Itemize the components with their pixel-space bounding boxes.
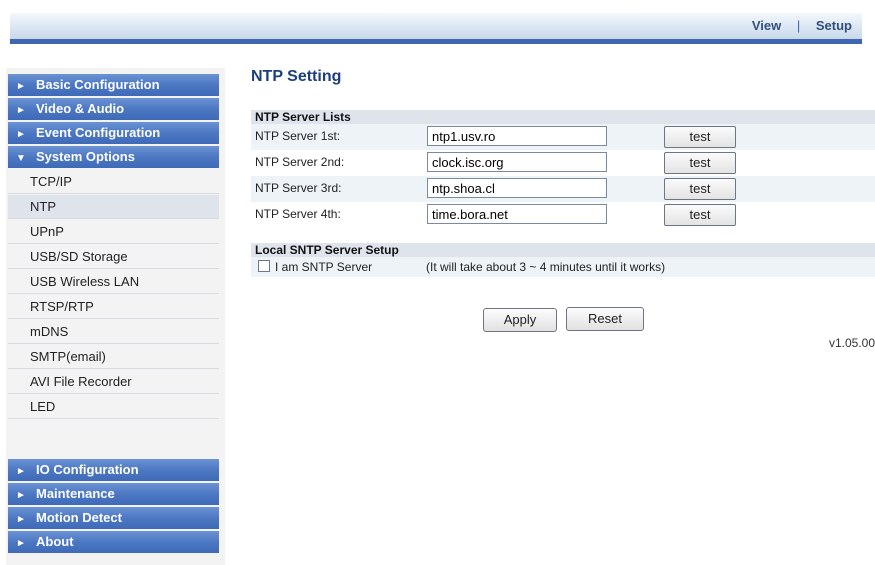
sidebar-item-rtsp-rtp[interactable]: RTSP/RTP xyxy=(8,295,219,319)
sidebar: ► Basic Configuration ► Video & Audio ► Eve… xyxy=(6,68,225,565)
ntp-server-label: NTP Server 3rd: xyxy=(255,181,342,195)
ntp-server-4-input[interactable] xyxy=(427,204,607,224)
sntp-row: I am SNTP Server (It will take about 3 ~… xyxy=(251,257,875,277)
expand-arrow-icon: ► xyxy=(16,129,26,140)
reset-button[interactable]: Reset xyxy=(566,307,644,331)
setup-link[interactable]: Setup xyxy=(816,18,852,33)
expand-arrow-icon: ► xyxy=(16,81,26,92)
sidebar-section-maintenance[interactable]: ► Maintenance xyxy=(8,483,219,505)
sntp-note: (It will take about 3 ~ 4 minutes until … xyxy=(426,260,666,274)
nav-separator: | xyxy=(796,18,801,33)
expand-arrow-icon: ► xyxy=(16,538,26,549)
sidebar-item-usb-wireless-lan[interactable]: USB Wireless LAN xyxy=(8,270,219,294)
sidebar-item-led[interactable]: LED xyxy=(8,395,219,419)
ntp-server-row: NTP Server 2nd: test xyxy=(251,150,875,176)
ntp-server-label: NTP Server 1st: xyxy=(255,129,341,143)
ntp-server-row: NTP Server 4th: test xyxy=(251,202,875,228)
sntp-server-checkbox[interactable] xyxy=(258,260,270,272)
top-bar-divider xyxy=(10,39,862,44)
sidebar-section-label: Maintenance xyxy=(36,486,115,501)
local-sntp-header: Local SNTP Server Setup xyxy=(251,243,875,257)
ntp-server-2-input[interactable] xyxy=(427,152,607,172)
sidebar-section-basic-configuration[interactable]: ► Basic Configuration xyxy=(8,74,219,96)
sidebar-item-avi-file-recorder[interactable]: AVI File Recorder xyxy=(8,370,219,394)
expand-arrow-icon: ► xyxy=(16,490,26,501)
test-server-2-button[interactable]: test xyxy=(664,152,736,174)
expand-arrow-icon: ► xyxy=(16,514,26,525)
page-title: NTP Setting xyxy=(251,68,342,85)
sidebar-section-label: Basic Configuration xyxy=(36,77,160,92)
ntp-server-label: NTP Server 2nd: xyxy=(255,155,345,169)
sidebar-section-io-configuration[interactable]: ► IO Configuration xyxy=(8,459,219,481)
ntp-server-row: NTP Server 3rd: test xyxy=(251,176,875,202)
sidebar-item-smtp-email[interactable]: SMTP(email) xyxy=(8,345,219,369)
sidebar-item-usb-sd-storage[interactable]: USB/SD Storage xyxy=(8,245,219,269)
ntp-server-1-input[interactable] xyxy=(427,126,607,146)
sidebar-section-label: Event Configuration xyxy=(36,125,161,140)
sidebar-section-label: System Options xyxy=(36,149,135,164)
ntp-server-lists-header: NTP Server Lists xyxy=(251,110,875,124)
sidebar-section-video-audio[interactable]: ► Video & Audio xyxy=(8,98,219,120)
ntp-server-3-input[interactable] xyxy=(427,178,607,198)
sidebar-section-label: Video & Audio xyxy=(36,101,125,116)
top-bar xyxy=(10,13,862,39)
sidebar-section-event-configuration[interactable]: ► Event Configuration xyxy=(8,122,219,144)
expand-arrow-icon: ► xyxy=(16,105,26,116)
test-server-3-button[interactable]: test xyxy=(664,178,736,200)
sidebar-section-about[interactable]: ► About xyxy=(8,531,219,553)
ntp-server-label: NTP Server 4th: xyxy=(255,207,341,221)
apply-button[interactable]: Apply xyxy=(483,308,557,332)
sntp-checkbox-label: I am SNTP Server xyxy=(275,260,373,274)
sidebar-section-label: Motion Detect xyxy=(36,510,122,525)
collapse-arrow-icon: ▼ xyxy=(16,153,26,164)
sidebar-section-label: IO Configuration xyxy=(36,462,139,477)
sidebar-item-mdns[interactable]: mDNS xyxy=(8,320,219,344)
sidebar-item-upnp[interactable]: UPnP xyxy=(8,220,219,244)
expand-arrow-icon: ► xyxy=(16,466,26,477)
test-server-1-button[interactable]: test xyxy=(664,126,736,148)
version-label: v1.05.00 xyxy=(828,336,875,350)
sidebar-section-label: About xyxy=(36,534,74,549)
sidebar-section-system-options[interactable]: ▼ System Options xyxy=(8,146,219,168)
sidebar-section-motion-detect[interactable]: ► Motion Detect xyxy=(8,507,219,529)
sidebar-item-tcpip[interactable]: TCP/IP xyxy=(8,170,219,194)
sidebar-item-ntp[interactable]: NTP xyxy=(8,195,219,219)
view-link[interactable]: View xyxy=(752,18,781,33)
test-server-4-button[interactable]: test xyxy=(664,204,736,226)
ntp-server-row: NTP Server 1st: test xyxy=(251,124,875,150)
top-nav: View | Setup xyxy=(752,18,852,33)
